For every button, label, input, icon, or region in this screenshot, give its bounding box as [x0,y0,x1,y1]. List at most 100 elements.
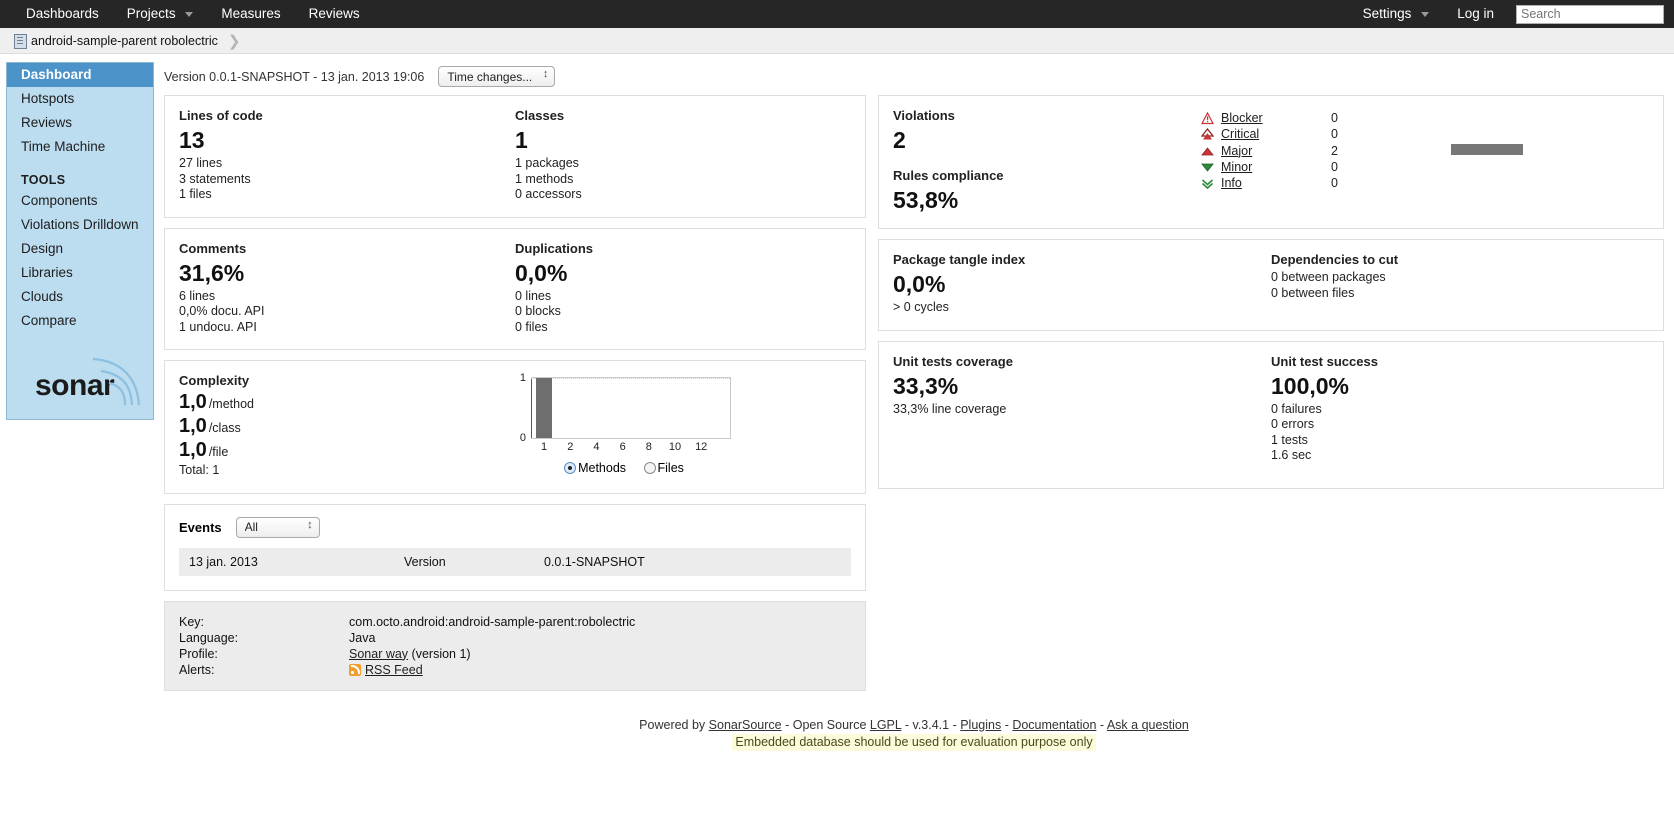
page-footer: Powered by SonarSource - Open Source LGP… [164,717,1664,751]
major-link[interactable]: Major [1221,144,1252,158]
sidebar-item-label: Design [21,241,64,256]
rss-feed-link[interactable]: RSS Feed [365,663,423,677]
severity-icon-cell [1193,175,1221,191]
complexity-unit: /file [208,445,229,459]
documentation-link[interactable]: Documentation [1012,718,1096,732]
chart-xtick: 1 [541,441,548,453]
minor-bar [1451,159,1621,175]
complexity-value[interactable]: 1,0 [179,391,207,413]
rules-compliance-title: Rules compliance [893,168,1004,183]
nav-item-reviews[interactable]: Reviews [295,0,374,28]
event-type: Version [404,554,446,569]
metric-value[interactable]: 1 [515,126,851,154]
metric-value[interactable]: 13 [179,126,515,154]
sidebar-item-clouds[interactable]: Clouds [7,285,153,309]
metric-value[interactable]: 2 [893,126,1193,154]
complexity-value[interactable]: 1,0 [179,439,207,461]
nav-item-measures[interactable]: Measures [207,0,294,28]
sidebar-item-components[interactable]: Components [7,189,153,213]
sidebar-item-libraries[interactable]: Libraries [7,261,153,285]
sidebar-item-violations-drilldown[interactable]: Violations Drilldown [7,213,153,237]
metric-duplications: Duplications 0,0% 0 lines 0 blocks 0 fil… [515,241,851,336]
nav-item-settings[interactable]: Settings [1349,0,1444,28]
dashboard-column-left: Lines of code 13 27 lines 3 statements 1… [164,95,866,691]
footer-version: - v.3.4.1 - [901,717,961,732]
radio-methods-icon[interactable] [564,462,577,474]
chart-x-axis: 1 2 4 6 8 10 12 [531,439,731,455]
sidebar-item-compare[interactable]: Compare [7,309,153,333]
complexity-total: Total: 1 [179,463,220,477]
complexity-row-file: 1,0/file [179,439,509,463]
lgpl-link[interactable]: LGPL [870,718,902,732]
meta-row-alerts: Alerts: RSS Feed [179,662,635,678]
nav-item-projects[interactable]: Projects [113,0,208,28]
metric-detail: 1 packages [515,156,579,170]
blocker-link[interactable]: Blocker [1221,111,1263,125]
metric-value[interactable]: 0,0% [893,270,1271,298]
radio-files-icon[interactable] [643,462,656,474]
major-bar [1451,142,1621,158]
info-bar [1451,175,1621,191]
metric-title: Classes [515,108,565,123]
nav-item-login[interactable]: Log in [1443,0,1508,28]
chart-gridline [531,378,730,379]
sidebar-item-label: Libraries [21,265,73,280]
search-input[interactable] [1516,4,1664,24]
metric-value[interactable]: 0,0% [515,259,851,287]
sidebar-item-reviews[interactable]: Reviews [7,111,153,135]
ask-question-link[interactable]: Ask a question [1107,718,1189,732]
event-date: 13 jan. 2013 [189,554,258,569]
profile-link[interactable]: Sonar way [349,647,408,661]
metric-package-tangle-index: Package tangle index 0,0% > 0 cycles [893,252,1271,316]
violation-row-info: Info 0 [1193,175,1621,191]
metric-title: Duplications [515,240,594,256]
metric-value[interactable]: 33,3% [893,372,1271,400]
time-changes-select[interactable]: Time changes... [438,66,556,87]
chart-xtick: 12 [695,441,708,453]
sidebar-item-time-machine[interactable]: Time Machine [7,135,153,159]
plugins-link[interactable]: Plugins [960,718,1001,732]
metric-title: Lines of code [179,108,263,123]
widget-project-description: Key: com.octo.android:android-sample-par… [164,600,866,691]
sidebar-section-tools: TOOLS [21,173,66,187]
metric-value[interactable]: 31,6% [179,259,515,287]
chart-plot-area: 1 0 [520,373,731,444]
sidebar-item-label: Dashboard [21,67,92,82]
metric-title: Dependencies to cut [1271,252,1399,267]
metric-detail: 1 files [179,187,212,201]
radio-option-files[interactable]: Files [643,461,684,475]
sidebar: Dashboard Hotspots Reviews Time Machine … [6,62,154,420]
metric-detail: 0 between packages [1271,270,1386,284]
sidebar-item-label: Components [21,193,98,208]
footer-links: Powered by SonarSource - Open Source LGP… [164,717,1664,734]
sonarsource-link[interactable]: SonarSource [709,718,782,732]
critical-link[interactable]: Critical [1221,127,1259,141]
critical-bar [1451,126,1621,142]
breadcrumb-project-name[interactable]: android-sample-parent robolectric [31,34,218,48]
footer-sep: - [1096,717,1107,732]
sidebar-item-dashboard[interactable]: Dashboard [7,63,153,87]
events-filter-select[interactable]: All [235,516,320,538]
sidebar-item-design[interactable]: Design [7,237,153,261]
complexity-value[interactable]: 1,0 [179,415,207,437]
metric-detail: 6 lines [179,288,216,303]
widget-violations: Violations 2 Rules compliance 53,8% Bloc… [878,95,1664,229]
footer-warning-wrap: Embedded database should be used for eva… [164,733,1664,751]
metric-value[interactable]: 100,0% [1271,372,1649,400]
metric-unit-test-success: Unit test success 100,0% 0 failures 0 er… [1271,354,1649,464]
metric-detail: 0 files [515,319,548,334]
metric-detail: 0 accessors [515,187,582,201]
chevron-down-icon [1421,11,1430,17]
radio-option-methods[interactable]: Methods [564,461,629,475]
widget-size: Lines of code 13 27 lines 3 statements 1… [164,95,866,218]
metric-title: Package tangle index [893,252,1026,267]
severity-name: Major [1221,142,1331,158]
rules-compliance-value[interactable]: 53,8% [893,186,1193,214]
info-link[interactable]: Info [1221,176,1242,190]
nav-item-dashboards[interactable]: Dashboards [12,0,113,28]
table-row[interactable]: 13 jan. 2013 Version 0.0.1-SNAPSHOT [179,548,851,576]
complexity-distribution-chart: 1 0 1 2 4 6 8 10 12 Methods Files [509,373,851,479]
meta-value: RSS Feed [349,662,635,678]
sidebar-item-hotspots[interactable]: Hotspots [7,87,153,111]
minor-link[interactable]: Minor [1221,160,1252,174]
